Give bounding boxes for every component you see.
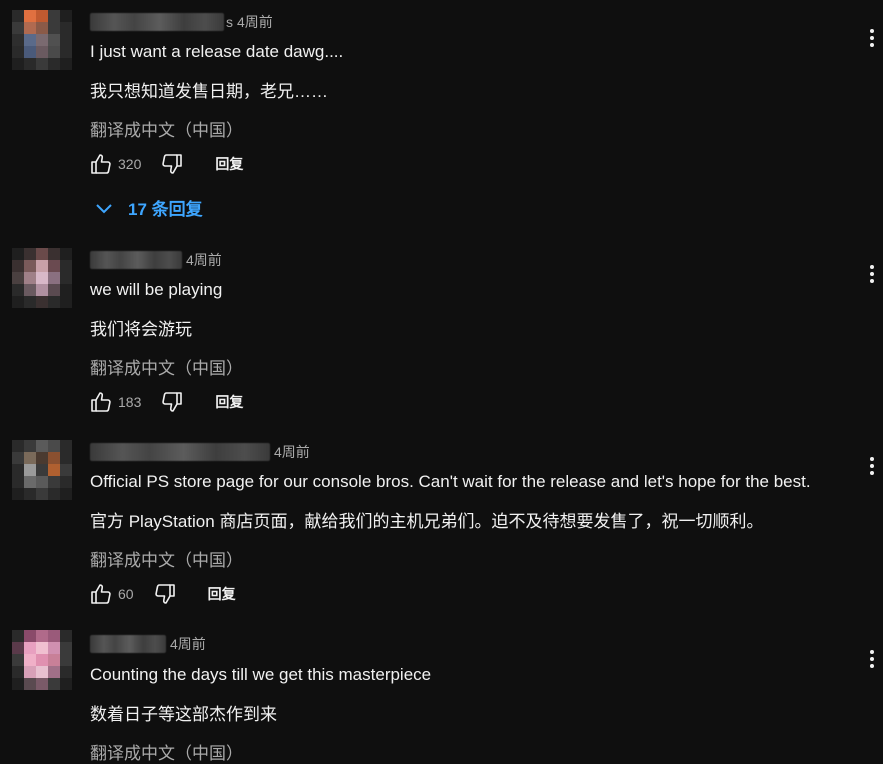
author-row: 4周前 [90, 634, 206, 654]
translate-link[interactable]: 翻译成中文（中国） [90, 116, 243, 141]
translate-link[interactable]: 翻译成中文（中国） [90, 354, 243, 379]
comment-time[interactable]: 4周前 [274, 442, 310, 462]
chevron-down-icon [96, 203, 112, 213]
comment-actions: 320 回复 [88, 151, 243, 177]
like-count: 320 [118, 156, 142, 172]
comment-actions: 183 回复 [88, 389, 243, 415]
thumbs-down-icon[interactable] [152, 581, 178, 607]
author-name-tail: s [226, 14, 233, 30]
comment-text: Official PS store page for our console b… [90, 472, 811, 491]
comment-time[interactable]: 4周前 [237, 12, 273, 32]
avatar[interactable] [12, 10, 72, 70]
like-count: 60 [118, 586, 134, 602]
more-vert-icon[interactable] [865, 263, 879, 285]
comment-text: we will be playing [90, 280, 223, 299]
view-replies-button[interactable]: 17 条回复 [94, 195, 203, 220]
author-name[interactable] [90, 13, 224, 31]
comment-actions: 60 回复 [88, 581, 236, 607]
replies-count: 17 条回复 [128, 200, 203, 219]
author-name[interactable] [90, 635, 166, 653]
comment-time[interactable]: 4周前 [170, 634, 206, 654]
thumbs-up-icon[interactable] [88, 389, 114, 415]
comment-time[interactable]: 4周前 [186, 250, 222, 270]
avatar[interactable] [12, 440, 72, 500]
comment-text: Counting the days till we get this maste… [90, 665, 432, 684]
comment-translation: 官方 PlayStation 商店页面，献给我们的主机兄弟们。迫不及待想要发售了… [90, 512, 764, 531]
reply-button[interactable]: 回复 [215, 154, 243, 174]
more-vert-icon[interactable] [865, 27, 879, 49]
reply-button[interactable]: 回复 [215, 392, 243, 412]
thumbs-down-icon[interactable] [159, 389, 185, 415]
avatar[interactable] [12, 248, 72, 308]
author-name[interactable] [90, 251, 182, 269]
thumbs-up-icon[interactable] [88, 151, 114, 177]
thumbs-up-icon[interactable] [88, 581, 114, 607]
comment-text: I just want a release date dawg.... [90, 42, 344, 61]
author-name[interactable] [90, 443, 270, 461]
avatar[interactable] [12, 630, 72, 690]
author-row: 4周前 [90, 250, 222, 270]
like-count: 183 [118, 394, 142, 410]
comment-translation: 数着日子等这部杰作到来 [90, 705, 277, 724]
more-vert-icon[interactable] [865, 455, 879, 477]
author-row: 4周前 [90, 442, 310, 462]
translate-link[interactable]: 翻译成中文（中国） [90, 546, 243, 571]
reply-button[interactable]: 回复 [208, 584, 236, 604]
more-vert-icon[interactable] [865, 648, 879, 670]
comment-translation: 我只想知道发售日期，老兄…… [90, 82, 328, 101]
comment-translation: 我们将会游玩 [90, 320, 192, 339]
translate-link[interactable]: 翻译成中文（中国） [90, 739, 243, 764]
thumbs-down-icon[interactable] [159, 151, 185, 177]
author-row: s 4周前 [90, 12, 273, 32]
